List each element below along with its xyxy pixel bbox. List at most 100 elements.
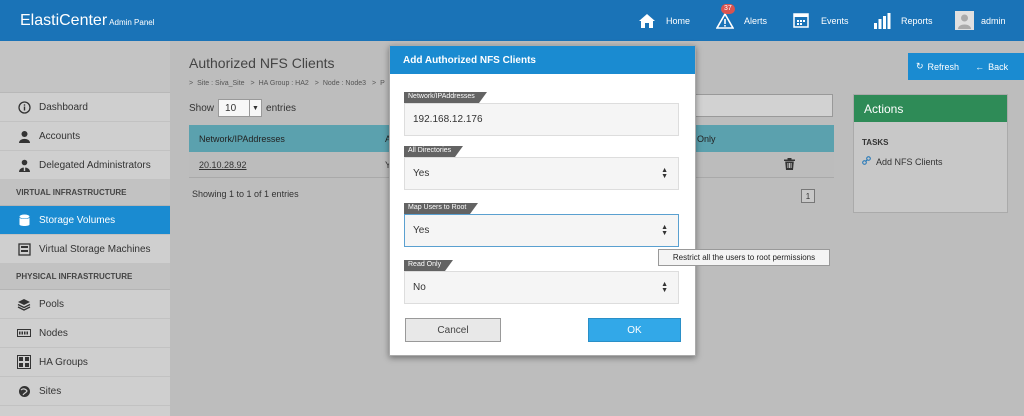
- brand-subtitle: Admin Panel: [109, 18, 155, 27]
- bar-chart-icon: [873, 12, 891, 30]
- page-length-select[interactable]: 10 ▼: [218, 99, 263, 117]
- link-icon: [862, 156, 871, 167]
- sidebar-item-label: Nodes: [39, 327, 68, 339]
- sites-icon: [17, 384, 31, 398]
- vsm-icon: [17, 242, 31, 256]
- map-users-to-root-select[interactable]: Yes ▲ ▼: [404, 214, 679, 247]
- network-input[interactable]: 192.168.12.176: [404, 103, 679, 136]
- home-icon: [638, 12, 656, 30]
- read-only-value: No: [413, 282, 426, 293]
- add-nfs-client-dialog: Add Authorized NFS Clients Network/IPAdd…: [389, 45, 696, 356]
- sidebar-item-label: Delegated Administrators: [39, 159, 151, 171]
- sidebar-item-label: Sites: [39, 385, 62, 397]
- sidebar-item-delegated-administrators[interactable]: Delegated Administrators: [0, 151, 170, 180]
- sidebar-item-virtual-storage-machines[interactable]: Virtual Storage Machines: [0, 235, 170, 264]
- page-length-value: 10: [225, 102, 237, 114]
- sidebar-item-label: Virtual Storage Machines: [39, 243, 151, 255]
- entries-label: entries: [266, 102, 297, 114]
- back-label: Back: [988, 61, 1009, 72]
- show-label: Show: [189, 102, 215, 114]
- all-directories-value: Yes: [413, 168, 430, 179]
- sidebar-item-nodes[interactable]: Nodes: [0, 319, 170, 348]
- refresh-icon: ↻: [916, 61, 924, 71]
- nav-alerts-label: Alerts: [744, 15, 768, 26]
- network-link[interactable]: 20.10.28.92: [199, 160, 247, 170]
- sidebar-item-pools[interactable]: Pools: [0, 290, 170, 319]
- layers-icon: [17, 297, 31, 311]
- sidebar-item-label: Dashboard: [39, 101, 88, 113]
- breadcrumb-item[interactable]: HA Group : HA2: [259, 80, 309, 87]
- top-bar: ElastiCenter Admin Panel Home 37 Alerts E…: [0, 0, 1024, 41]
- calendar-icon: [793, 12, 811, 30]
- back-button[interactable]: ← Back: [967, 62, 1016, 72]
- refresh-label: Refresh: [927, 61, 960, 72]
- table-info: Showing 1 to 1 of 1 entries: [192, 189, 299, 199]
- nav-home-label: Home: [666, 15, 691, 26]
- breadcrumb-item[interactable]: Site : Siva_Site: [197, 80, 244, 87]
- select-arrows-icon: ▲ ▼: [661, 166, 668, 180]
- select-arrows-icon: ▲ ▼: [661, 223, 668, 237]
- sidebar-item-storage-volumes[interactable]: Storage Volumes: [0, 206, 184, 236]
- sidebar-section-virtual: VIRTUAL INFRASTRUCTURE: [0, 180, 170, 206]
- alerts-count-badge: 37: [721, 3, 735, 14]
- database-icon: [17, 213, 31, 227]
- breadcrumb-sep: >: [372, 80, 377, 87]
- add-nfs-clients-link[interactable]: Add NFS Clients: [862, 156, 1007, 167]
- breadcrumb-item[interactable]: P: [380, 80, 385, 87]
- ha-groups-icon: [17, 355, 31, 369]
- nav-reports[interactable]: Reports: [873, 0, 933, 41]
- brand-name: ElastiCenter: [20, 12, 108, 29]
- task-label: Add NFS Clients: [876, 156, 943, 167]
- sidebar-item-accounts[interactable]: Accounts: [0, 122, 170, 151]
- page-title: Authorized NFS Clients: [189, 55, 335, 71]
- page-length-control: Show 10 ▼ entries: [189, 99, 296, 117]
- search-input[interactable]: [695, 94, 833, 117]
- warning-icon: 37: [715, 3, 735, 30]
- arrow-left-icon: ←: [975, 61, 985, 72]
- server-icon: [17, 326, 31, 340]
- sidebar-section-physical: PHYSICAL INFRASTRUCTURE: [0, 264, 170, 290]
- breadcrumb-sep: >: [250, 80, 255, 87]
- nav-reports-label: Reports: [901, 15, 933, 26]
- read-only-label: Read Only: [404, 260, 454, 271]
- sidebar-item-ha-groups[interactable]: HA Groups: [0, 348, 170, 377]
- sidebar: Dashboard Accounts Delegated Administrat…: [0, 41, 184, 416]
- tasks-label: TASKS: [862, 138, 889, 147]
- nav-home[interactable]: Home: [638, 0, 690, 41]
- nav-events[interactable]: Events: [793, 0, 849, 41]
- map-users-to-root-label: Map Users to Root: [404, 203, 479, 214]
- sidebar-item-dashboard[interactable]: Dashboard: [0, 93, 170, 122]
- select-arrows-icon: ▲ ▼: [661, 280, 668, 294]
- delegated-user-icon: [17, 158, 31, 172]
- sidebar-item-label: Accounts: [39, 130, 81, 142]
- ok-button[interactable]: OK: [588, 318, 681, 342]
- all-directories-select[interactable]: Yes ▲ ▼: [404, 157, 679, 190]
- user-icon: [17, 129, 31, 143]
- column-header-network[interactable]: Network/IPAddresses: [199, 134, 285, 144]
- sidebar-item-sites[interactable]: Sites: [0, 377, 170, 406]
- network-field-label: Network/IPAddresses: [404, 92, 487, 103]
- breadcrumb-item[interactable]: Node : Node3: [323, 80, 366, 87]
- breadcrumb: > Site : Siva_Site > HA Group : HA2 > Node …: [189, 80, 389, 87]
- trash-icon[interactable]: [784, 158, 795, 173]
- map-users-to-root-value: Yes: [413, 225, 430, 236]
- actions-panel: Actions TASKS Add NFS Clients: [853, 94, 1008, 213]
- sidebar-header: [0, 41, 170, 93]
- read-only-select[interactable]: No ▲ ▼: [404, 271, 679, 304]
- network-input-value: 192.168.12.176: [413, 114, 483, 125]
- dialog-title: Add Authorized NFS Clients: [390, 46, 695, 74]
- pagination-page-1[interactable]: 1: [801, 189, 815, 203]
- sidebar-item-label: Storage Volumes: [39, 214, 116, 226]
- brand-logo[interactable]: ElastiCenter Admin Panel: [20, 12, 155, 30]
- column-header-read-only[interactable]: Only: [697, 134, 716, 144]
- nav-events-label: Events: [821, 15, 849, 26]
- breadcrumb-sep: >: [189, 80, 194, 87]
- info-icon: [17, 100, 31, 114]
- nav-alerts[interactable]: 37 Alerts: [715, 0, 768, 41]
- refresh-button[interactable]: ↻ Refresh: [908, 61, 967, 72]
- cancel-button[interactable]: Cancel: [405, 318, 501, 342]
- user-menu[interactable]: admin: [955, 0, 1006, 41]
- sidebar-item-label: HA Groups: [39, 356, 88, 368]
- sidebar-item-label: Pools: [39, 298, 65, 310]
- toolbar-buttons: ↻ Refresh ← Back: [908, 53, 1024, 80]
